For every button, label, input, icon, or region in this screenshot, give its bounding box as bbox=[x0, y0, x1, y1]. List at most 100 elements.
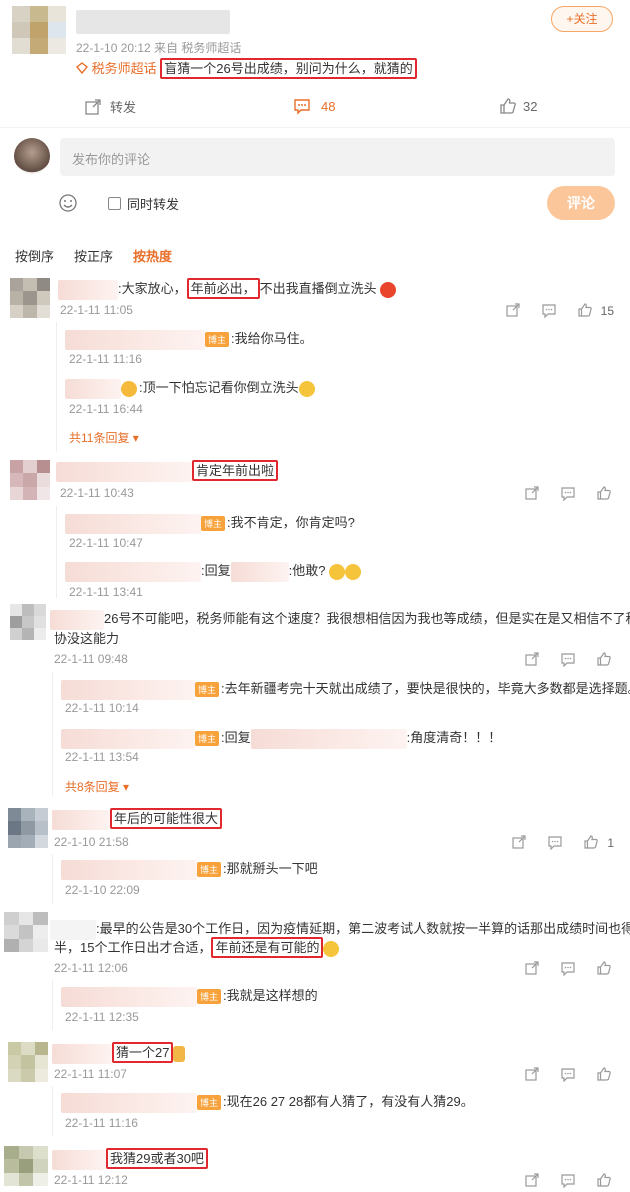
replier-name[interactable] bbox=[65, 378, 121, 399]
pray-emoji-icon bbox=[173, 1045, 186, 1062]
thumbs-up-icon[interactable] bbox=[596, 1066, 614, 1084]
comment-text-line2: 半，15个工作日出才合适， 年前还是有可能的 bbox=[54, 937, 340, 958]
commenter-avatar[interactable] bbox=[10, 460, 50, 500]
author-badge: 博主 bbox=[201, 516, 226, 532]
tab-sort-desc[interactable]: 按倒序 bbox=[15, 246, 54, 265]
post-author-avatar[interactable] bbox=[12, 6, 66, 54]
reply-time: 22-1-10 22:09 bbox=[65, 883, 140, 897]
reply-icon[interactable] bbox=[541, 302, 559, 320]
reply-icon[interactable] bbox=[560, 1172, 578, 1190]
reply-icon[interactable] bbox=[560, 1066, 578, 1084]
divider bbox=[0, 127, 630, 128]
highlighted-text: 猜一个27 bbox=[112, 1042, 174, 1063]
comment-time: 22-1-10 21:58 bbox=[54, 835, 129, 849]
like-button[interactable]: 15 bbox=[577, 302, 614, 320]
reply-text: 博主:我给你马住。 bbox=[65, 328, 313, 350]
reply-list: 博主:我就是这样想的 22-1-11 12:35 bbox=[52, 980, 614, 1030]
thumbs-up-icon[interactable] bbox=[596, 485, 614, 503]
share-icon[interactable] bbox=[524, 1172, 542, 1190]
comment-text: 我猜29或者30吧 bbox=[52, 1148, 208, 1170]
reply-target-name[interactable] bbox=[250, 728, 407, 749]
replier-name[interactable] bbox=[61, 679, 195, 700]
sort-tabs: 按倒序 按正序 按热度 bbox=[15, 246, 172, 265]
reply-icon[interactable] bbox=[547, 834, 565, 852]
reply-icon[interactable] bbox=[560, 651, 578, 669]
comment-time: 22-1-11 11:05 bbox=[60, 303, 133, 317]
repost-checkbox[interactable] bbox=[108, 197, 121, 210]
laugh-emoji-icon bbox=[345, 563, 362, 580]
post-author-name[interactable] bbox=[76, 10, 230, 34]
comment-actions bbox=[524, 960, 614, 978]
comment-actions: 1 bbox=[511, 834, 614, 852]
topic-link[interactable]: 税务师超话 bbox=[92, 61, 157, 76]
commenter-name[interactable] bbox=[52, 809, 110, 830]
reply-list: 博主:我给你马住。 22-1-11 11:16 :顶一下怕忘记看你倒立洗头 22… bbox=[56, 322, 614, 452]
share-icon[interactable] bbox=[524, 485, 542, 503]
comment-text: 年后的可能性很大 bbox=[52, 808, 223, 830]
commenter-avatar[interactable] bbox=[10, 604, 46, 640]
author-badge: 博主 bbox=[197, 1095, 222, 1111]
replier-name[interactable] bbox=[65, 561, 201, 582]
share-icon[interactable] bbox=[524, 1066, 542, 1084]
replier-name[interactable] bbox=[61, 986, 197, 1007]
emoji-icon[interactable] bbox=[58, 193, 78, 213]
commenter-name[interactable] bbox=[56, 461, 192, 482]
replier-name[interactable] bbox=[61, 859, 197, 880]
like-count: 1 bbox=[607, 836, 614, 850]
replier-name[interactable] bbox=[61, 1092, 197, 1113]
thumbs-up-icon[interactable] bbox=[596, 960, 614, 978]
reply-time: 22-1-11 11:16 bbox=[69, 352, 142, 366]
thumbs-up-icon bbox=[583, 834, 601, 852]
laugh-emoji-icon bbox=[329, 563, 346, 580]
commenter-name[interactable] bbox=[52, 1149, 106, 1170]
share-icon[interactable] bbox=[511, 834, 529, 852]
more-replies-link[interactable]: 共8条回复 ▾ bbox=[65, 778, 129, 795]
repost-checkbox-row[interactable]: 同时转发 bbox=[108, 194, 179, 213]
commenter-avatar[interactable] bbox=[10, 278, 50, 318]
thumbs-up-icon[interactable] bbox=[596, 651, 614, 669]
comment-icon bbox=[293, 97, 311, 115]
like-action[interactable]: 32 bbox=[499, 97, 537, 115]
follow-button[interactable]: +关注 bbox=[551, 6, 613, 32]
submit-comment-button[interactable]: 评论 bbox=[547, 186, 615, 220]
commenter-avatar[interactable] bbox=[4, 912, 48, 952]
comment-time: 22-1-11 12:12 bbox=[54, 1173, 128, 1187]
commenter-name[interactable] bbox=[50, 609, 104, 630]
commenter-avatar[interactable] bbox=[8, 808, 48, 848]
reply-target-name[interactable] bbox=[230, 561, 289, 582]
angry-emoji-icon bbox=[380, 281, 397, 298]
replier-name[interactable] bbox=[65, 513, 201, 534]
highlighted-text: 肯定年前出啦 bbox=[192, 460, 279, 481]
smile-emoji-icon bbox=[323, 940, 340, 957]
tab-sort-asc[interactable]: 按正序 bbox=[74, 246, 113, 265]
more-replies-link[interactable]: 共11条回复 ▾ bbox=[69, 429, 139, 446]
author-badge: 博主 bbox=[195, 731, 220, 747]
comment-input[interactable]: 发布你的评论 bbox=[60, 138, 615, 176]
replier-name[interactable] bbox=[61, 728, 195, 749]
comment-text: 猜一个27 bbox=[52, 1042, 186, 1064]
reply-time: 22-1-11 13:54 bbox=[65, 750, 139, 764]
thumbs-up-icon bbox=[499, 97, 517, 115]
share-icon[interactable] bbox=[505, 302, 523, 320]
reply-icon[interactable] bbox=[560, 960, 578, 978]
commenter-name[interactable] bbox=[52, 1043, 112, 1064]
reply-time: 22-1-11 13:41 bbox=[69, 585, 143, 599]
commenter-name[interactable] bbox=[58, 279, 118, 300]
topic-diamond-icon bbox=[76, 61, 88, 74]
tab-sort-hot[interactable]: 按热度 bbox=[133, 246, 172, 265]
thumbs-up-icon[interactable] bbox=[596, 1172, 614, 1190]
reply-list: 博主:我不肯定，你肯定吗? 22-1-11 10:47 :回复:他敢? 22-1… bbox=[56, 506, 614, 599]
reply-time: 22-1-11 11:16 bbox=[65, 1116, 138, 1130]
replier-name[interactable] bbox=[65, 329, 205, 350]
author-badge: 博主 bbox=[197, 989, 222, 1005]
commenter-avatar[interactable] bbox=[4, 1146, 48, 1186]
comment-action[interactable]: 48 bbox=[293, 97, 335, 115]
share-icon[interactable] bbox=[524, 651, 542, 669]
like-button[interactable]: 1 bbox=[583, 834, 614, 852]
repost-action[interactable]: 转发 bbox=[84, 97, 136, 116]
highlighted-text: 年后的可能性很大 bbox=[110, 808, 223, 829]
share-icon[interactable] bbox=[524, 960, 542, 978]
commenter-avatar[interactable] bbox=[8, 1042, 48, 1082]
reply-icon[interactable] bbox=[560, 485, 578, 503]
reply-text: 博主:现在26 27 28都有人猜了，有没有人猜29。 bbox=[61, 1091, 474, 1113]
